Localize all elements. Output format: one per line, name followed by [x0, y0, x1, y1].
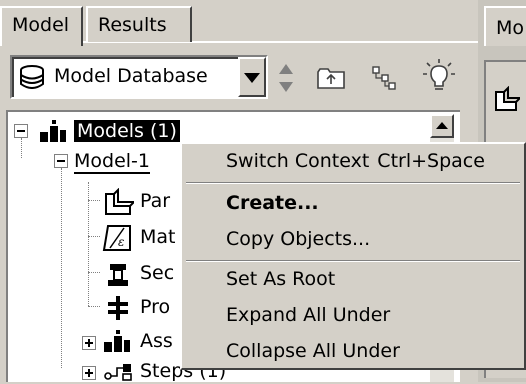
tree-line	[88, 236, 100, 237]
menu-item-label: Collapse All Under	[226, 340, 400, 362]
menu-item-copy-objects[interactable]: Copy Objects...	[226, 228, 370, 250]
folder-up-icon[interactable]	[316, 66, 346, 90]
material-icon: ε	[102, 225, 131, 251]
steps-icon	[104, 364, 132, 381]
menu-item-set-as-root[interactable]: Set As Root	[226, 268, 335, 290]
svg-text:ε: ε	[118, 235, 124, 249]
scroll-up-button[interactable]	[430, 114, 454, 138]
menu-item-label: Create...	[226, 192, 319, 214]
tree-line	[61, 168, 62, 368]
tree-line	[88, 306, 100, 307]
profiles-label: Pro	[140, 296, 171, 318]
chevron-up-icon	[436, 122, 448, 129]
lightbulb-icon[interactable]	[422, 58, 456, 94]
models-icon	[40, 120, 66, 142]
tree-root-label: Models (1)	[74, 120, 180, 142]
menu-item-expand-all-under[interactable]: Expand All Under	[226, 304, 390, 326]
tree-item-sections[interactable]: Sec	[140, 260, 174, 286]
model-database-select[interactable]: Model Database	[10, 55, 268, 99]
menu-item-shortcut: Ctrl+Space	[377, 150, 485, 172]
collapse-toggle[interactable]	[14, 124, 28, 138]
expand-toggle[interactable]	[82, 336, 96, 350]
menu-separator	[186, 182, 520, 184]
tree-line	[88, 182, 89, 306]
tree-item-materials[interactable]: Mat	[140, 224, 176, 250]
section-icon	[108, 264, 128, 286]
menu-item-create[interactable]: Create...	[226, 192, 319, 214]
tab-model-label: Model	[12, 14, 70, 36]
model-label: Model-1	[74, 150, 150, 174]
tree-item-model[interactable]: Model-1	[74, 148, 150, 174]
menu-item-collapse-all-under[interactable]: Collapse All Under	[226, 340, 400, 362]
menu-item-switch-context[interactable]: Switch Context Ctrl+Space	[226, 150, 485, 172]
profile-icon	[108, 296, 128, 320]
tree-item-parts[interactable]: Par	[140, 188, 170, 214]
part-icon	[105, 188, 134, 215]
up-down-arrows-icon[interactable]	[276, 60, 296, 96]
menu-item-label: Copy Objects...	[226, 228, 371, 250]
expand-toggle[interactable]	[82, 366, 96, 380]
tree-line	[88, 272, 100, 273]
tab-model-right[interactable]: Mo	[484, 6, 526, 46]
database-select-value: Model Database	[54, 65, 208, 87]
chevron-down-icon	[244, 73, 260, 83]
tab-results-label: Results	[98, 14, 167, 36]
tab-label: Mo	[496, 17, 525, 39]
tree-item-profiles[interactable]: Pro	[140, 294, 170, 320]
part-tool-icon[interactable]	[492, 86, 520, 114]
materials-label: Mat	[140, 226, 176, 248]
parts-label: Par	[140, 190, 171, 212]
tab-model[interactable]: Model	[0, 6, 83, 46]
tree-item-assembly[interactable]: Ass	[140, 328, 173, 354]
tree-line	[21, 138, 22, 158]
menu-separator	[186, 260, 520, 262]
assembly-label: Ass	[140, 330, 173, 352]
tree-root[interactable]: Models (1)	[74, 118, 180, 144]
context-menu: Switch Context Ctrl+Space Create... Copy …	[180, 142, 526, 370]
sections-label: Sec	[140, 262, 175, 284]
menu-item-label: Switch Context	[226, 150, 370, 172]
menu-item-label: Set As Root	[226, 268, 336, 290]
tree-line	[88, 200, 100, 201]
tab-results[interactable]: Results	[86, 6, 192, 42]
menu-item-label: Expand All Under	[226, 304, 391, 326]
assembly-icon	[104, 330, 130, 352]
tree-structure-icon[interactable]	[370, 64, 398, 92]
database-icon	[20, 65, 44, 89]
collapse-toggle[interactable]	[54, 154, 68, 168]
dropdown-button[interactable]	[238, 57, 266, 97]
